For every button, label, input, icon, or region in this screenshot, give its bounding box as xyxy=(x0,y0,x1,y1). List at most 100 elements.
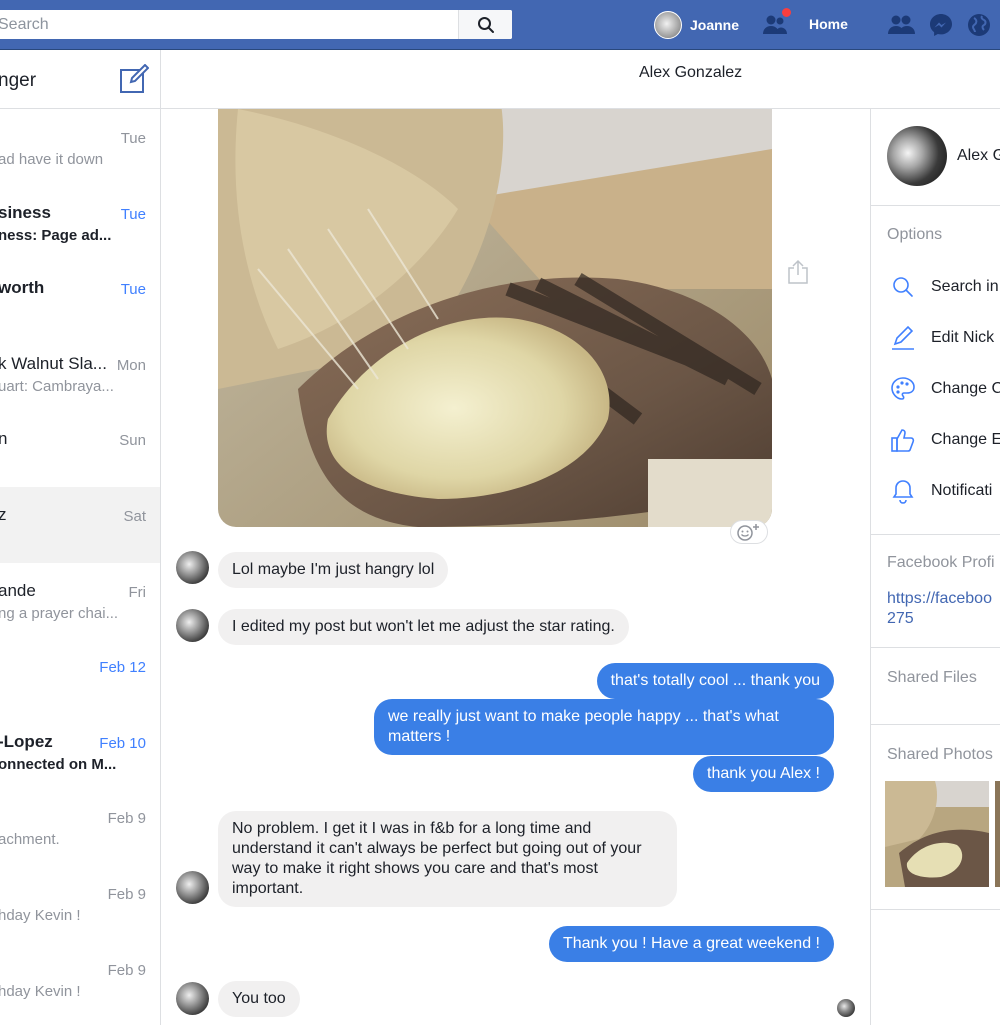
conversation-snippet: achment. xyxy=(0,831,60,849)
conversation-name: n xyxy=(0,429,7,449)
message-bubble[interactable]: thank you Alex ! xyxy=(693,756,834,792)
divider xyxy=(871,647,1000,648)
message-bubble[interactable]: You too xyxy=(218,981,300,1017)
user-name: Joanne xyxy=(690,17,740,33)
contact-avatar[interactable] xyxy=(176,871,209,904)
home-link[interactable]: Home xyxy=(809,16,848,32)
conversation-date: Fri xyxy=(128,583,147,601)
conversation-date: Feb 12 xyxy=(99,659,146,677)
divider xyxy=(871,534,1000,535)
divider xyxy=(871,909,1000,910)
message-bubble[interactable]: I edited my post but won't let me adjust… xyxy=(218,609,629,645)
conversation-item[interactable]: siness Tue ness: Page ad... xyxy=(0,185,160,261)
search-input[interactable] xyxy=(0,10,458,39)
contact-name: Alex G xyxy=(957,147,1000,164)
conversation-name: k Walnut Sla... xyxy=(0,353,107,373)
sidebar-title: nger xyxy=(0,70,37,91)
conversation-date: Sun xyxy=(119,432,146,450)
pencil-icon xyxy=(892,325,914,350)
friends-icon xyxy=(888,15,915,34)
conversation-item[interactable]: worth Tue xyxy=(0,260,160,336)
shared-photos-heading[interactable]: Shared Photos xyxy=(887,746,993,764)
option-change-color[interactable]: Change C xyxy=(889,374,1000,404)
option-label: Edit Nick xyxy=(931,329,995,346)
shared-photo-thumbnail[interactable] xyxy=(995,781,1000,887)
find-friends-button[interactable] xyxy=(762,6,793,38)
shared-files-heading[interactable]: Shared Files xyxy=(887,669,977,687)
message-bubble[interactable]: Lol maybe I'm just hangry lol xyxy=(218,552,449,588)
facebook-profile-link[interactable]: https://faceboo 275 xyxy=(887,589,992,629)
conversation-date: Feb 9 xyxy=(107,810,146,828)
conversation-item[interactable]: Feb 9 achment. xyxy=(0,789,160,865)
option-label: Search in xyxy=(931,278,999,295)
facebook-profile-heading: Facebook Profi xyxy=(887,554,995,571)
message-bubble[interactable]: we really just want to make people happy… xyxy=(374,699,834,755)
conversation-snippet: hday Kevin ! xyxy=(0,906,81,924)
conversation-item[interactable]: n Sun xyxy=(0,411,160,487)
conversation-date: Feb 10 xyxy=(99,734,146,752)
contact-profile-avatar[interactable] xyxy=(887,126,947,186)
contact-avatar[interactable] xyxy=(176,982,209,1015)
notifications-button[interactable] xyxy=(966,12,992,38)
food-photo xyxy=(218,109,772,527)
conversation-item[interactable]: -Lopez Feb 10 onnected on M... xyxy=(0,714,160,790)
conversation-snippet: ad have it down xyxy=(0,151,104,168)
conversation-name: ande xyxy=(0,580,36,600)
conversation-snippet: onnected on M... xyxy=(0,755,117,773)
message-bubble[interactable]: No problem. I get it I was in f&b for a … xyxy=(218,811,677,907)
option-label: Change C xyxy=(931,380,1000,397)
shared-photo-message[interactable] xyxy=(218,109,772,527)
friend-requests-button[interactable] xyxy=(887,12,915,38)
conversation-item[interactable]: Tue ad have it down xyxy=(0,109,160,185)
seen-indicator-avatar xyxy=(837,999,855,1017)
conversation-name: siness xyxy=(0,202,51,222)
thumbs-up-icon xyxy=(891,429,915,452)
conversation-title: Alex Gonzalez xyxy=(639,64,743,81)
conversation-item[interactable]: ande Fri ng a prayer chai... xyxy=(0,563,160,639)
search-icon xyxy=(893,277,913,297)
new-message-button[interactable] xyxy=(119,63,150,94)
option-change-emoji[interactable]: Change E xyxy=(889,425,1000,455)
search-button[interactable] xyxy=(458,10,512,39)
conversation-item[interactable]: Feb 12 xyxy=(0,638,160,714)
conversation-sidebar: nger Tue ad have it down siness Tue ness: Pa… xyxy=(0,50,161,1025)
message-bubble[interactable]: that's totally cool ... thank you xyxy=(596,663,834,699)
conversation-snippet: ng a prayer chai... xyxy=(0,604,119,622)
conversation-list: Tue ad have it down siness Tue ness: Page ad… xyxy=(0,109,160,1016)
top-navigation-bar: Joanne Home xyxy=(0,0,1000,50)
messenger-button[interactable] xyxy=(928,12,954,38)
contact-avatar[interactable] xyxy=(176,609,209,642)
conversation-item[interactable]: Feb 9 hday Kevin ! xyxy=(0,865,160,941)
palette-icon xyxy=(891,377,915,400)
divider xyxy=(871,724,1000,725)
sidebar-header: nger xyxy=(0,50,160,109)
shared-photo-thumbnail[interactable] xyxy=(885,781,989,887)
conversation-item[interactable]: Feb 9 hday Kevin ! xyxy=(0,941,160,1017)
profile-link[interactable]: Joanne xyxy=(654,10,739,40)
search-box xyxy=(0,10,512,39)
conversation-name: -Lopez xyxy=(0,731,53,751)
conversation-snippet: uart: Cambraya... xyxy=(0,377,114,395)
share-button[interactable] xyxy=(787,259,809,285)
food-photo-thumbnail xyxy=(995,781,1000,887)
option-edit-nicknames[interactable]: Edit Nick xyxy=(889,323,994,353)
profile-link-text: 275 xyxy=(887,610,914,627)
option-label: Change E xyxy=(931,431,1000,448)
notification-badge xyxy=(780,6,793,19)
profile-link-text: https://faceboo xyxy=(887,590,992,607)
emoji-add-icon xyxy=(737,524,759,541)
share-icon xyxy=(788,259,808,284)
options-heading: Options xyxy=(887,226,943,243)
option-search-conversation[interactable]: Search in xyxy=(889,272,999,302)
option-notifications[interactable]: Notificati xyxy=(889,476,992,506)
conversation-name: z xyxy=(0,505,7,525)
conversation-item[interactable]: k Walnut Sla... Mon uart: Cambraya... xyxy=(0,336,160,412)
search-icon xyxy=(477,16,494,33)
message-bubble[interactable]: Thank you ! Have a great weekend ! xyxy=(548,926,834,962)
food-photo-thumbnail xyxy=(885,781,989,887)
messenger-icon xyxy=(930,14,952,36)
conversation-item[interactable]: z Sat xyxy=(0,486,160,563)
message-thread[interactable]: Lol maybe I'm just hangry lol I edited m… xyxy=(161,109,870,1025)
add-reaction-button[interactable] xyxy=(730,520,768,544)
contact-avatar[interactable] xyxy=(176,551,209,584)
